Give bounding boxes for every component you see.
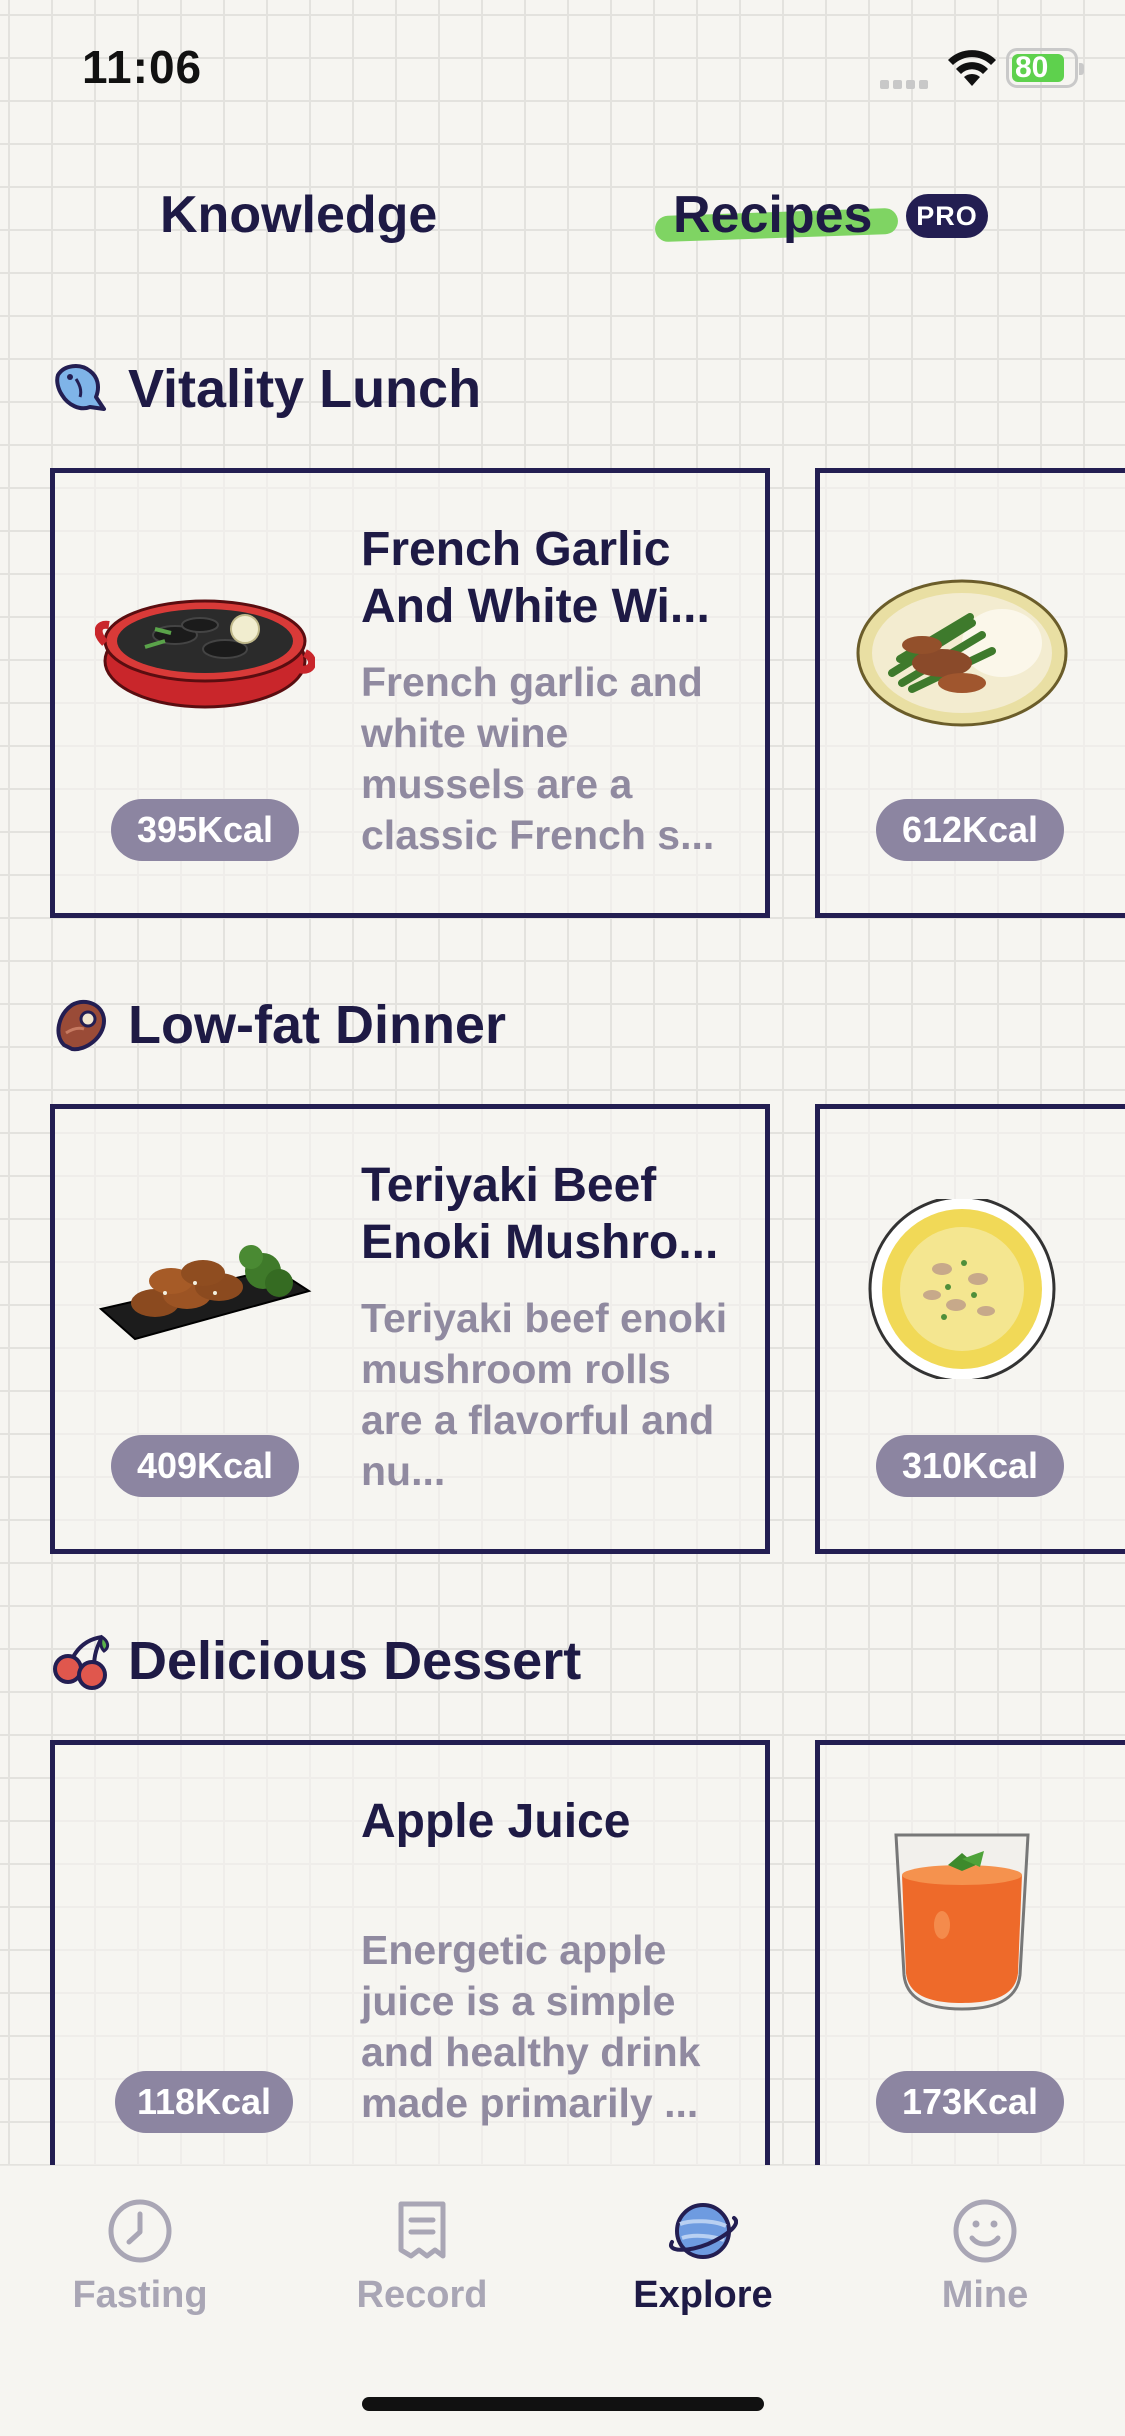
nav-label: Fasting [72, 2274, 208, 2316]
recipe-name: Teriyaki Beef Enoki Mushro... [361, 1159, 719, 1269]
nav-label: Record [356, 2274, 488, 2316]
steak-icon [56, 999, 106, 1052]
recipe-card[interactable]: 409Kcal Teriyaki Beef Enoki Mushro... Te… [50, 1104, 770, 1554]
section-title-text: Vitality Lunch [128, 359, 482, 419]
recipe-card[interactable]: 612Kcal [815, 468, 1125, 918]
recipe-name: Apple Juice [361, 1795, 631, 1848]
cellular-signal-icon [880, 76, 934, 89]
kcal-badge: 612Kcal [876, 799, 1064, 861]
recipe-description: Energetic apple juice is a simple and he… [361, 1927, 701, 2126]
recipe-card[interactable]: 173Kcal [815, 1740, 1125, 2220]
nav-label: Explore [633, 2274, 773, 2316]
recipe-card[interactable]: 118Kcal Apple Juice Energetic apple juic… [50, 1740, 770, 2220]
asparagus-plate-image [856, 579, 1068, 727]
notepad-icon [398, 2201, 446, 2259]
kcal-badge: 310Kcal [876, 1435, 1064, 1497]
tab-knowledge[interactable]: Knowledge [160, 185, 437, 245]
juice-glass-image [894, 1833, 1030, 2011]
nav-record[interactable]: Record [322, 2196, 522, 2317]
battery-level: 80 [1015, 51, 1049, 84]
fish-icon [55, 364, 106, 411]
planet-icon [669, 2203, 738, 2259]
beef-rolls-image [98, 1245, 312, 1341]
recipe-description: Teriyaki beef enoki mushroom rolls are a… [361, 1295, 728, 1494]
mussels-pot-image [95, 599, 315, 709]
recipe-card[interactable]: 395Kcal French Garlic And White Wi... Fr… [50, 468, 770, 918]
recipe-description: French garlic and white wine mussels are… [361, 659, 715, 858]
kcal-badge: 409Kcal [111, 1435, 299, 1497]
nav-label: Mine [941, 2274, 1029, 2316]
status-bar: 11:06 80 [0, 0, 1125, 130]
bottom-nav: Fasting Record Explore Mine [0, 2165, 1125, 2436]
smiley-icon [953, 2199, 1017, 2263]
egg-bowl-image [868, 1199, 1056, 1379]
battery-icon: 80 [1006, 48, 1084, 88]
section-title-text: Low-fat Dinner [128, 995, 506, 1055]
section-title-vitality-lunch: Vitality Lunch [50, 354, 481, 424]
section-title-text: Delicious Dessert [128, 1631, 582, 1691]
nav-mine[interactable]: Mine [885, 2196, 1085, 2317]
status-time: 11:06 [82, 41, 203, 93]
recipe-name: French Garlic And White Wi... [361, 523, 710, 633]
kcal-badge: 118Kcal [115, 2071, 293, 2133]
kcal-badge: 173Kcal [876, 2071, 1064, 2133]
recipe-card[interactable]: 310Kcal [815, 1104, 1125, 1554]
wifi-icon [948, 50, 996, 86]
pro-badge: PRO [906, 194, 988, 238]
nav-fasting[interactable]: Fasting [40, 2196, 240, 2317]
kcal-badge: 395Kcal [111, 799, 299, 861]
clock-icon [108, 2199, 172, 2263]
nav-explore[interactable]: Explore [603, 2196, 803, 2317]
tab-recipes[interactable]: Recipes [673, 185, 872, 245]
cherry-icon [53, 1634, 110, 1690]
home-indicator[interactable] [362, 2397, 764, 2411]
section-title-delicious-dessert: Delicious Dessert [50, 1626, 581, 1696]
section-title-low-fat-dinner: Low-fat Dinner [50, 990, 506, 1060]
